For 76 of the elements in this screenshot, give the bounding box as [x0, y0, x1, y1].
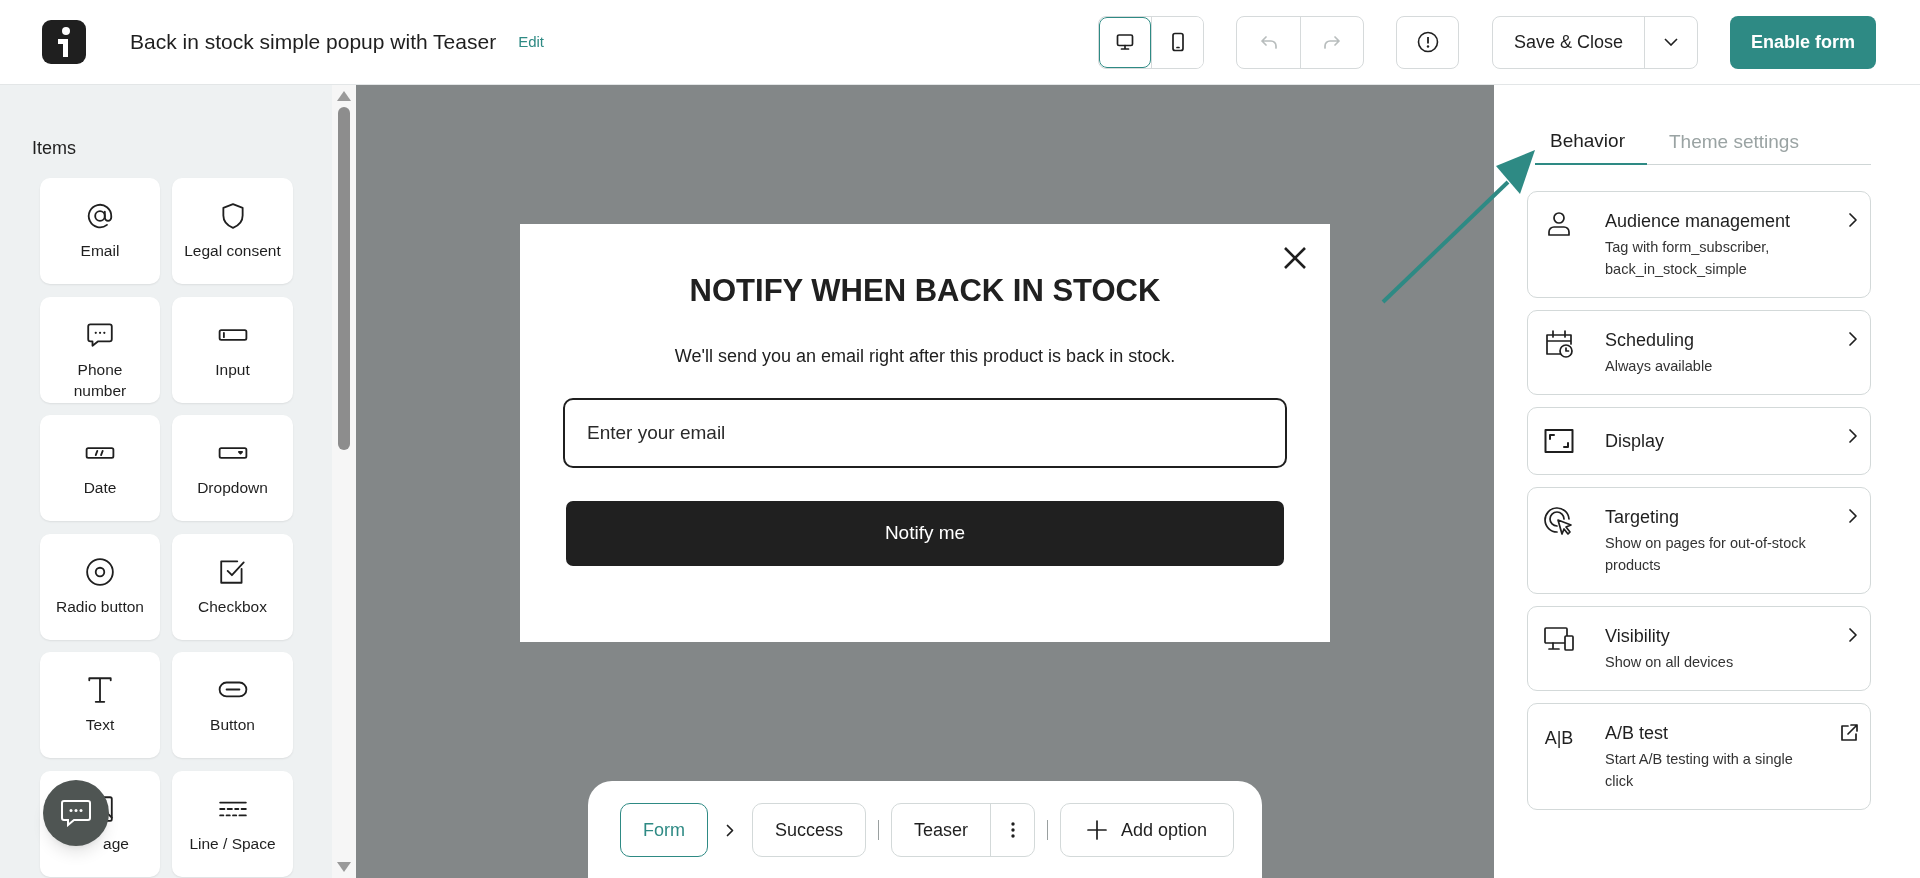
step-tab[interactable]: Form	[620, 803, 708, 857]
popup-title: NOTIFY WHEN BACK IN STOCK	[689, 272, 1161, 310]
enable-form-button[interactable]: Enable form	[1730, 15, 1876, 69]
card-subtitle: Tag with form_subscriber, back_in_stock_simple	[1605, 238, 1771, 279]
item-label: Date	[82, 478, 118, 498]
card-title: Visibility	[1605, 625, 1671, 648]
item-card[interactable]: Checkbox	[172, 533, 293, 640]
item-card[interactable]: Input	[172, 296, 293, 403]
scroll-down-icon[interactable]	[337, 862, 351, 872]
card-subtitle: Show on pages for out-of-stock products	[1605, 534, 1807, 575]
item-card[interactable]: Button	[172, 652, 293, 758]
card-subtitle: Show on all devices	[1605, 653, 1735, 672]
settings-card[interactable]: Scheduling Always available	[1527, 310, 1871, 395]
ab-test-label: A|B	[1544, 727, 1574, 750]
scroll-up-icon[interactable]	[337, 91, 351, 101]
item-label: Button	[209, 715, 256, 735]
item-label: Input	[214, 359, 251, 380]
card-title: Display	[1605, 430, 1666, 453]
text-icon	[85, 675, 115, 705]
item-label: Legal consent	[183, 241, 282, 261]
mobile-view-button[interactable]	[1151, 16, 1203, 68]
card-subtitle: Start A/B testing with a single click	[1605, 750, 1794, 791]
desktop-view-button[interactable]	[1099, 16, 1151, 68]
info-button[interactable]	[1396, 15, 1459, 69]
form-title: Back in stock simple popup with Teaser	[130, 29, 497, 56]
items-heading: Items	[32, 137, 76, 160]
settings-card[interactable]: A|B A/B test Start A/B testing with a single click	[1527, 703, 1871, 810]
card-title: Audience management	[1605, 210, 1792, 233]
chat-icon	[61, 799, 91, 827]
settings-card[interactable]: Audience management Tag with form_subscriber, back_in_stock_simple	[1527, 191, 1871, 298]
email-icon	[85, 201, 115, 231]
radio-icon	[85, 556, 115, 587]
close-icon[interactable]	[1283, 246, 1307, 270]
item-card[interactable]: Line / Space	[172, 770, 293, 877]
add-option-button[interactable]: Add option	[1060, 803, 1235, 857]
phone-icon	[1170, 32, 1185, 52]
settings-tab[interactable]: Behavior	[1535, 120, 1647, 165]
scroll-thumb[interactable]	[338, 107, 350, 450]
calendar-icon	[1543, 328, 1575, 360]
settings-card[interactable]: Targeting Show on pages for out-of-stock products	[1527, 487, 1871, 594]
item-card[interactable]: Radio button	[40, 533, 160, 640]
item-label: Email	[79, 241, 121, 261]
item-label: Line / Space	[188, 833, 277, 854]
scrollbar[interactable]	[332, 85, 356, 878]
email-field[interactable]: Enter your email	[563, 397, 1287, 468]
card-title: A/B test	[1605, 722, 1670, 745]
item-label: Checkbox	[197, 596, 268, 617]
redo-icon	[1323, 33, 1341, 51]
item-card[interactable]: Text	[40, 652, 160, 758]
item-label: Text	[84, 715, 116, 735]
settings-card[interactable]: Visibility Show on all devices	[1527, 606, 1871, 691]
settings-card[interactable]: Display	[1527, 407, 1871, 475]
step-tab[interactable]: Success	[752, 803, 867, 857]
item-card[interactable]: Date	[40, 415, 160, 521]
item-label: age	[102, 833, 129, 854]
card-title: Scheduling	[1605, 329, 1696, 352]
more-icon	[1010, 822, 1015, 838]
card-title: Targeting	[1605, 506, 1681, 529]
plus-icon	[1087, 820, 1108, 840]
logo-icon	[42, 20, 86, 64]
item-label: Radio button	[55, 596, 145, 617]
card-subtitle: Always available	[1605, 357, 1714, 376]
undo-icon	[1259, 33, 1278, 51]
item-label: Phone number	[72, 359, 128, 401]
item-card[interactable]: Legal consent	[172, 178, 293, 284]
edit-link[interactable]: Edit	[518, 30, 544, 54]
info-icon	[1416, 31, 1439, 53]
monitor-icon	[1116, 33, 1134, 51]
chevron-down-icon	[1664, 38, 1678, 46]
item-card[interactable]: Email	[40, 178, 160, 284]
notify-button[interactable]: Notify me	[566, 500, 1284, 566]
item-card[interactable]: Dropdown	[172, 415, 293, 521]
item-card[interactable]: Phone number	[40, 296, 160, 403]
item-label: Dropdown	[196, 478, 269, 498]
popup-description: We'll send you an email right after this product is back in stock.	[674, 344, 1176, 368]
target-icon	[1543, 505, 1575, 537]
